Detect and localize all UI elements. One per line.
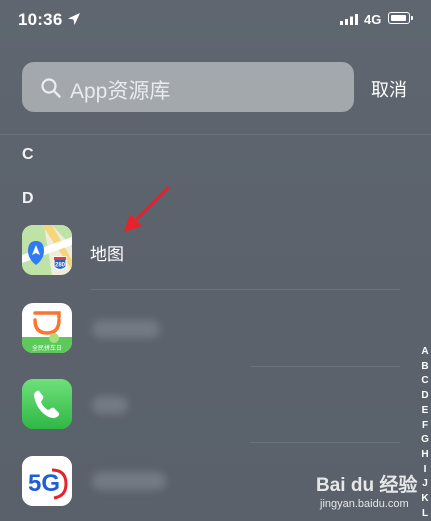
- section-header-d: D: [22, 190, 34, 207]
- china-unicom-5g-icon[interactable]: 5G: [22, 456, 72, 506]
- search-field[interactable]: App资源库: [22, 62, 354, 112]
- app-label-blurred[interactable]: [92, 320, 160, 338]
- index-letter[interactable]: G: [418, 433, 431, 448]
- app-label-blurred[interactable]: [92, 396, 128, 414]
- maps-icon[interactable]: 280: [22, 225, 72, 275]
- search-placeholder: App资源库: [70, 80, 171, 103]
- watermark: Bai du 经验 jingyan.baidu.com: [316, 470, 426, 518]
- signal-icon: [340, 14, 358, 25]
- index-letter[interactable]: B: [418, 360, 431, 375]
- svg-text:280: 280: [55, 263, 66, 269]
- watermark-logo: Bai du 经验: [316, 475, 418, 496]
- didi-icon[interactable]: 全民拼车日: [22, 303, 72, 353]
- index-letter[interactable]: H: [418, 448, 431, 463]
- app-label-blurred[interactable]: [92, 472, 166, 490]
- section-header-c: C: [22, 146, 34, 163]
- index-letter[interactable]: E: [418, 404, 431, 419]
- location-arrow-icon: [68, 13, 80, 25]
- network-type: 4G: [364, 12, 382, 27]
- separator: [250, 442, 400, 443]
- index-letter[interactable]: D: [418, 389, 431, 404]
- status-time: 10:36: [18, 10, 63, 29]
- phone-icon[interactable]: [22, 379, 72, 429]
- index-letter[interactable]: A: [418, 345, 431, 360]
- search-icon: [41, 78, 61, 98]
- 5g-badge-text: 5G: [28, 470, 60, 497]
- index-letter[interactable]: F: [418, 419, 431, 434]
- annotation-arrow-icon: [124, 186, 170, 232]
- battery-icon: [388, 12, 413, 24]
- separator: [250, 366, 400, 367]
- index-letter[interactable]: C: [418, 374, 431, 389]
- status-bar: 10:36 4G: [0, 0, 431, 40]
- watermark-url: jingyan.baidu.com: [320, 498, 409, 510]
- cancel-button[interactable]: 取消: [371, 76, 407, 102]
- separator: [90, 289, 400, 290]
- divider: [0, 134, 431, 135]
- didi-badge-text: 全民拼车日: [32, 344, 62, 352]
- app-label-maps[interactable]: 地图: [90, 240, 124, 265]
